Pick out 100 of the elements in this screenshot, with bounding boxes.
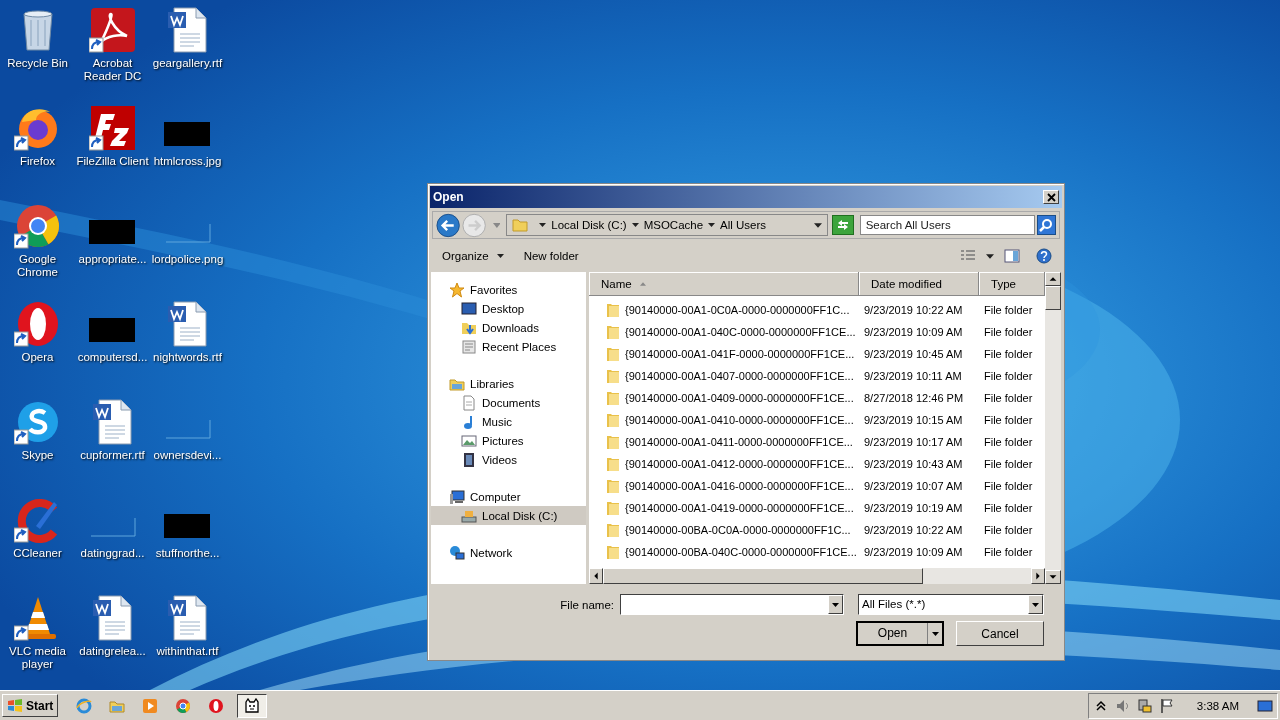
horizontal-scrollbar[interactable]: [589, 568, 1045, 584]
pdf-app-icon[interactable]: [88, 6, 137, 54]
file-name[interactable]: {90140000-00A1-0412-0000-0000000FF1CE...: [625, 458, 854, 470]
file-name[interactable]: {90140000-00A1-0419-0000-0000000FF1CE...: [625, 502, 854, 514]
icon-label[interactable]: Opera: [0, 351, 75, 364]
show-desktop-icon[interactable]: [1257, 697, 1273, 714]
file-name[interactable]: {90140000-00A1-0410-0000-0000000FF1CE...: [625, 414, 854, 426]
file-name-label: File name:: [560, 598, 614, 611]
nav-item[interactable]: Videos: [431, 450, 586, 469]
icon-label[interactable]: datinggrad...: [75, 547, 150, 560]
monitor-icon: [461, 300, 477, 317]
browser-icon[interactable]: [13, 202, 62, 250]
icon-label[interactable]: Skype: [0, 449, 75, 462]
network-icon: [449, 544, 465, 561]
icon-label[interactable]: appropriate...: [75, 253, 150, 266]
caret-icon[interactable]: [986, 253, 994, 259]
icon-label[interactable]: stuffnorthe...: [150, 547, 225, 560]
address-bar[interactable]: Local Disk (C:) MSOCache All Users: [506, 214, 829, 236]
nav-item[interactable]: Favorites: [431, 280, 586, 299]
nav-item[interactable]: Desktop: [431, 299, 586, 318]
taskbar-button[interactable]: [237, 693, 268, 718]
file-name[interactable]: {90140000-00A1-040C-0000-0000000FF1CE...: [625, 326, 856, 338]
sort-arrow-icon: [639, 281, 646, 286]
file-name[interactable]: {90140000-00A1-0411-0000-0000000FF1CE...: [625, 436, 853, 448]
file-name-field[interactable]: [620, 594, 844, 615]
preview-pane-icon[interactable]: [1004, 248, 1020, 264]
icon-label[interactable]: cupformer.rtf: [75, 449, 150, 462]
nav-item[interactable]: Recent Places: [431, 337, 586, 356]
file-name[interactable]: {90140000-00A1-0409-0000-0000000FF1CE...: [625, 392, 854, 404]
icon-label[interactable]: Recycle Bin: [0, 57, 75, 70]
icon-label[interactable]: geargallery.rtf: [150, 57, 225, 70]
back-button[interactable]: [436, 212, 461, 238]
clock[interactable]: 3:38 AM: [1196, 699, 1239, 712]
close-button[interactable]: [1043, 190, 1059, 204]
icon-label[interactable]: CCleaner: [0, 547, 75, 560]
breadcrumb[interactable]: Local Disk (C:): [551, 219, 627, 231]
date-cell: 9/23/2019 10:09 AM: [864, 546, 963, 558]
column-header[interactable]: Type: [979, 272, 1045, 296]
file-name[interactable]: {90140000-00A1-0407-0000-0000000FF1CE...: [625, 370, 854, 382]
type-cell: File folder: [984, 370, 1033, 382]
search-field[interactable]: Search All Users: [859, 215, 1035, 235]
icon-label[interactable]: htmlcross.jpg: [150, 155, 225, 168]
browser-icon: [175, 697, 192, 714]
caret-icon[interactable]: [814, 222, 823, 228]
refresh-button[interactable]: [832, 215, 854, 235]
file-name[interactable]: {90140000-00A1-041F-0000-0000000FF1CE...: [625, 348, 855, 360]
icon-label[interactable]: VLC media player: [0, 645, 75, 671]
cancel-button[interactable]: Cancel: [956, 621, 1044, 646]
date-cell: 9/23/2019 10:22 AM: [864, 524, 963, 536]
nav-item[interactable]: Network: [431, 543, 586, 562]
search-button[interactable]: [1036, 215, 1056, 235]
breadcrumb[interactable]: All Users: [720, 219, 767, 231]
icon-label[interactable]: nightwords.rtf: [150, 351, 225, 364]
icon-label[interactable]: Firefox: [0, 155, 75, 168]
icon-label[interactable]: Acrobat Reader DC: [75, 57, 150, 83]
type-cell: File folder: [984, 480, 1033, 492]
date-cell: 9/23/2019 10:43 AM: [864, 458, 963, 470]
nav-item[interactable]: Computer: [431, 487, 586, 506]
caret-icon[interactable]: [539, 223, 547, 227]
nav-item[interactable]: Libraries: [431, 374, 586, 393]
scrollbar-thumb[interactable]: [603, 568, 923, 584]
icon-label[interactable]: computersd...: [75, 351, 150, 364]
open-button[interactable]: Open: [856, 621, 944, 646]
icon-label[interactable]: withinthat.rtf: [150, 645, 225, 658]
network-icon[interactable]: [1136, 697, 1153, 714]
icon-label[interactable]: ownersdevi...: [150, 449, 225, 462]
file-name[interactable]: {90140000-00A1-0416-0000-0000000FF1CE...: [625, 480, 854, 492]
icon-label[interactable]: lordpolice.png: [150, 253, 225, 266]
scrollbar-thumb[interactable]: [1045, 286, 1061, 310]
star-icon: [449, 281, 465, 298]
file-type-dropdown[interactable]: All Files (*.*): [858, 594, 1044, 615]
icon-label[interactable]: datingrelea...: [75, 645, 150, 658]
start-button[interactable]: Start: [2, 694, 59, 717]
folder-icon: [605, 324, 621, 340]
caret-icon[interactable]: [631, 223, 639, 227]
flag-icon[interactable]: [1158, 697, 1175, 714]
column-header[interactable]: Name: [589, 272, 859, 296]
type-cell: File folder: [984, 414, 1033, 426]
breadcrumb[interactable]: MSOCache: [643, 219, 704, 231]
icon-label[interactable]: FileZilla Client: [75, 155, 150, 168]
type-cell: File folder: [984, 458, 1033, 470]
organize-button[interactable]: Organize: [434, 248, 512, 264]
caret-icon: [931, 631, 939, 636]
icon-label[interactable]: Google Chrome: [0, 253, 75, 279]
column-header[interactable]: Date modified: [859, 272, 979, 296]
caret-icon[interactable]: [708, 223, 716, 227]
nav-item[interactable]: Local Disk (C:): [431, 506, 586, 525]
vertical-scrollbar[interactable]: [1045, 272, 1061, 584]
new-folder-button[interactable]: New folder: [515, 248, 587, 264]
nav-item[interactable]: Pictures: [431, 431, 586, 450]
folder-icon: [605, 346, 621, 362]
caret-icon: [832, 602, 839, 607]
file-name[interactable]: {90140000-00A1-0C0A-0000-0000000FF1C...: [625, 304, 850, 316]
file-name[interactable]: {90140000-00BA-040C-0000-0000000FF1CE...: [625, 546, 857, 558]
nav-item[interactable]: Documents: [431, 393, 586, 412]
file-name[interactable]: {90140000-00BA-0C0A-0000-0000000FF1C...: [625, 524, 851, 536]
nav-item[interactable]: Downloads: [431, 318, 586, 337]
ftp-app-icon[interactable]: [88, 104, 137, 152]
nav-item[interactable]: Music: [431, 412, 586, 431]
help-icon[interactable]: [1036, 248, 1052, 264]
